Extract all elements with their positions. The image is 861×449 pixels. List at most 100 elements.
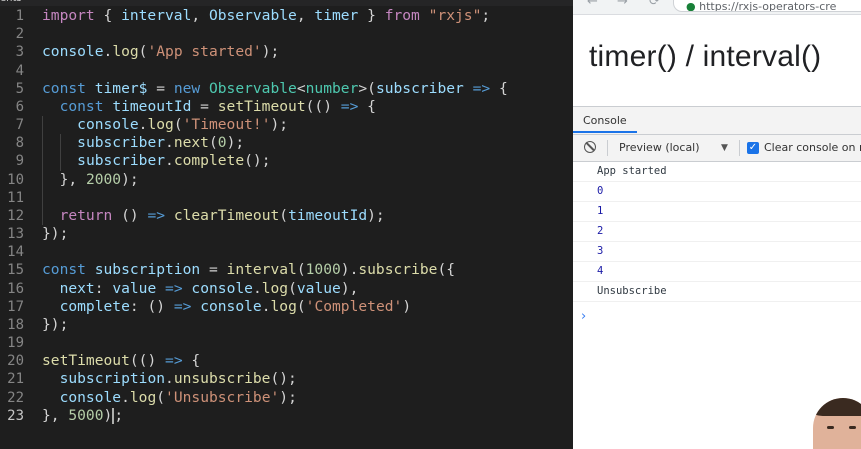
- code-token: complete: [173, 152, 245, 170]
- code-line[interactable]: 1 import { interval, Observable, timer } …: [0, 7, 573, 25]
- code-token: new: [173, 79, 201, 97]
- code-line[interactable]: 22 console.log('Unsubscribe');: [0, 389, 573, 407]
- line-number: 2: [15, 26, 24, 43]
- code-line[interactable]: 17 complete: () => console.log('Complete…: [0, 298, 573, 316]
- console-message: 4: [573, 262, 861, 282]
- reload-icon[interactable]: ⟳: [649, 0, 660, 9]
- code-line[interactable]: 6 const timeoutId = setTimeout(() => {: [0, 98, 573, 116]
- code-token: console: [200, 297, 262, 315]
- chevron-down-icon[interactable]: ▼: [721, 135, 728, 161]
- code-line[interactable]: 18});: [0, 316, 573, 334]
- console-prompt-row[interactable]: ›: [573, 302, 861, 324]
- code-text: console.log('Timeout!');: [42, 116, 288, 134]
- code-token: (: [288, 279, 297, 297]
- console-message-list: App started 0 1 2 3 4 Unsubscribe: [573, 162, 861, 302]
- code-line[interactable]: 20 setTimeout(() => {: [0, 352, 573, 370]
- code-token: timeoutId: [112, 97, 192, 115]
- code-token: ): [402, 297, 412, 315]
- code-token: .: [165, 152, 174, 170]
- back-arrow-icon[interactable]: ←: [587, 0, 598, 9]
- code-line[interactable]: 5 const timer$ = new Observable<number>(s…: [0, 80, 573, 98]
- line-number: 7: [15, 117, 24, 134]
- code-token: (: [156, 388, 166, 406]
- code-token: ): [103, 406, 113, 424]
- code-token: =>: [472, 79, 491, 97]
- code-token: );: [270, 116, 289, 134]
- line-number: 10: [7, 171, 24, 188]
- code-editor[interactable]: ents 1 import { interval, Observable, tim…: [0, 0, 573, 449]
- line-number: 11: [7, 189, 24, 206]
- code-token: 5000: [68, 406, 104, 424]
- code-token: ;: [481, 7, 491, 24]
- context-selector[interactable]: Preview (local): [619, 135, 737, 161]
- code-line[interactable]: 2: [0, 25, 573, 43]
- code-token: : (): [129, 297, 174, 315]
- code-token: ,: [191, 7, 209, 24]
- code-token: timer$: [94, 79, 148, 97]
- code-token: subscriber: [375, 79, 464, 97]
- prompt-chevron-icon: ›: [581, 309, 587, 324]
- code-text: console.log('Unsubscribe');: [42, 389, 297, 407]
- code-line[interactable]: 7 console.log('Timeout!');: [0, 116, 573, 134]
- code-line[interactable]: 19: [0, 334, 573, 352]
- code-line[interactable]: 14: [0, 243, 573, 261]
- code-line[interactable]: 16 next: value => console.log(value),: [0, 280, 573, 298]
- code-token: 'Timeout!': [182, 116, 271, 134]
- tab-console[interactable]: Console: [573, 107, 637, 133]
- code-text: });: [42, 316, 68, 334]
- code-token: 'App started': [147, 43, 262, 61]
- code-token: next: [59, 279, 95, 297]
- clear-console-icon[interactable]: [584, 141, 596, 153]
- code-token: ();: [270, 370, 297, 388]
- forward-arrow-icon[interactable]: →: [617, 0, 628, 9]
- code-text: subscriber.next(0);: [42, 134, 244, 152]
- code-text: subscriber.complete();: [42, 152, 270, 170]
- code-line[interactable]: 21 subscription.unsubscribe();: [0, 370, 573, 388]
- devtools-tab-bar: Console: [573, 107, 861, 135]
- page-title: timer() / interval(): [589, 40, 822, 73]
- code-line[interactable]: 13});: [0, 225, 573, 243]
- code-line[interactable]: 10 }, 2000);: [0, 171, 573, 189]
- code-token: value: [112, 279, 157, 297]
- code-line[interactable]: 11: [0, 189, 573, 207]
- code-text: }, 5000);: [42, 407, 123, 425]
- code-text: return () => clearTimeout(timeoutId);: [42, 207, 385, 225]
- code-line[interactable]: 12 return () => clearTimeout(timeoutId);: [0, 207, 573, 225]
- code-token: number: [305, 79, 359, 97]
- line-number: 5: [15, 80, 24, 97]
- line-number: 22: [7, 389, 24, 406]
- presenter-avatar: [813, 398, 861, 449]
- code-token: ,: [296, 7, 315, 24]
- indent-guide: [60, 134, 61, 171]
- code-line[interactable]: 8 subscriber.next(0);: [0, 134, 573, 152]
- clear-on-reload-label[interactable]: Clear console on re: [764, 135, 861, 161]
- code-token: 'Completed': [305, 297, 403, 315]
- code-token: },: [42, 406, 69, 424]
- code-token: {: [94, 7, 122, 24]
- console-message: 0: [573, 182, 861, 202]
- line-number: 1: [15, 8, 24, 24]
- code-token: log: [270, 297, 297, 315]
- code-token: next: [173, 134, 209, 152]
- code-line[interactable]: 23}, 5000);: [0, 407, 573, 425]
- clear-on-reload-checkbox[interactable]: ✓: [747, 142, 759, 154]
- code-line[interactable]: 4: [0, 62, 573, 80]
- presenter-hair: [813, 398, 861, 416]
- code-token: subscription: [59, 370, 166, 388]
- code-token: ),: [340, 279, 359, 297]
- code-line[interactable]: 9 subscriber.complete();: [0, 152, 573, 170]
- code-token: .: [165, 370, 174, 388]
- address-bar[interactable]: ● https://rxjs-operators-cre: [673, 0, 861, 12]
- line-number: 19: [7, 335, 24, 352]
- code-token: console: [59, 388, 122, 406]
- code-token: const: [59, 97, 104, 115]
- code-token: .: [261, 297, 271, 315]
- code-line[interactable]: 3 console.log('App started');: [0, 43, 573, 61]
- code-line[interactable]: 15 const subscription = interval(1000).su…: [0, 261, 573, 279]
- code-token: (: [296, 261, 306, 279]
- console-message: Unsubscribe: [573, 282, 861, 302]
- code-token: complete: [59, 297, 130, 315]
